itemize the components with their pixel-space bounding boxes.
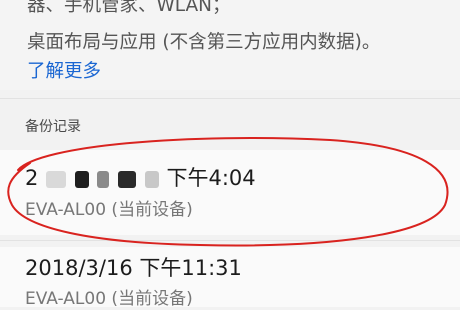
learn-more-link[interactable]: 了解更多 (27, 60, 101, 84)
backup-record-item[interactable]: 2018/3/16 下午11:31 EVA-AL00 (当前设备) (0, 247, 460, 309)
backup-content-description: 器、手机管家、WLAN； 桌面布局与应用 (不含第三方应用内数据)。 了解更多 (0, 0, 460, 90)
backup-record-device: EVA-AL00 (当前设备) (25, 289, 193, 309)
backup-record-title: 2 下午4:04 (25, 165, 256, 191)
redacted-date (118, 170, 137, 188)
record-date-prefix: 2 (25, 166, 39, 190)
description-line-2: 桌面布局与应用 (不含第三方应用内数据)。 (27, 32, 381, 53)
redacted-date (74, 170, 89, 188)
record-time: 下午4:04 (166, 166, 256, 190)
divider (0, 240, 460, 241)
redacted-date (144, 170, 159, 188)
backup-record-item[interactable]: 2 下午4:04 EVA-AL00 (当前设备) (0, 150, 460, 235)
divider (0, 98, 460, 99)
redacted-date (97, 170, 110, 188)
backup-record-device: EVA-AL00 (当前设备) (25, 200, 193, 220)
redacted-date (46, 170, 67, 188)
backup-record-title: 2018/3/16 下午11:31 (25, 256, 242, 280)
description-line-1: 器、手机管家、WLAN； (27, 0, 231, 16)
section-header-backup-records: 备份记录 (25, 119, 81, 135)
